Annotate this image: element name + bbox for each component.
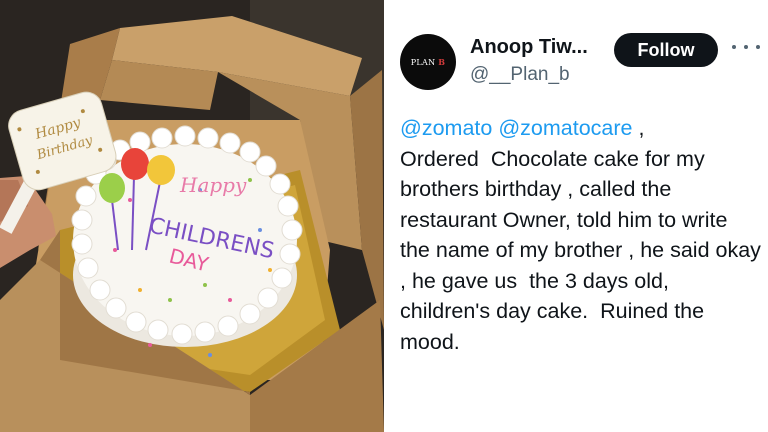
more-dot [756, 45, 760, 49]
cake-text-happy: Happy [179, 173, 247, 197]
tweet-text: @zomato @zomatocare , Ordered Chocolate … [400, 113, 762, 357]
more-dot [744, 45, 748, 49]
cake-photo: Happy CHILDRENS DAY Happy Birthday [0, 0, 384, 432]
cake-photo-illustration: Happy CHILDRENS DAY Happy Birthday [0, 0, 384, 432]
tweet-body: , Ordered Chocolate cake for my brothers… [400, 116, 761, 354]
avatar-logo-text: PLAN B [411, 57, 446, 67]
avatar[interactable]: PLAN B [400, 34, 456, 90]
more-horizontal-icon[interactable] [732, 37, 760, 57]
user-handle[interactable]: @__Plan_b [470, 64, 570, 86]
mention-link[interactable]: @zomatocare [498, 116, 632, 140]
mention-link[interactable]: @zomato [400, 116, 492, 140]
avatar-logo-text-plan: PLAN [410, 58, 436, 67]
tweet-card: PLAN B Anoop Tiw... @__Plan_b Follow @zo… [384, 0, 768, 432]
display-name[interactable]: Anoop Tiw... [470, 36, 588, 59]
avatar-logo-text-accent: B [438, 57, 446, 67]
more-dot [732, 45, 736, 49]
page: Happy CHILDRENS DAY Happy Birthday PLAN [0, 0, 768, 432]
follow-button[interactable]: Follow [614, 33, 718, 67]
